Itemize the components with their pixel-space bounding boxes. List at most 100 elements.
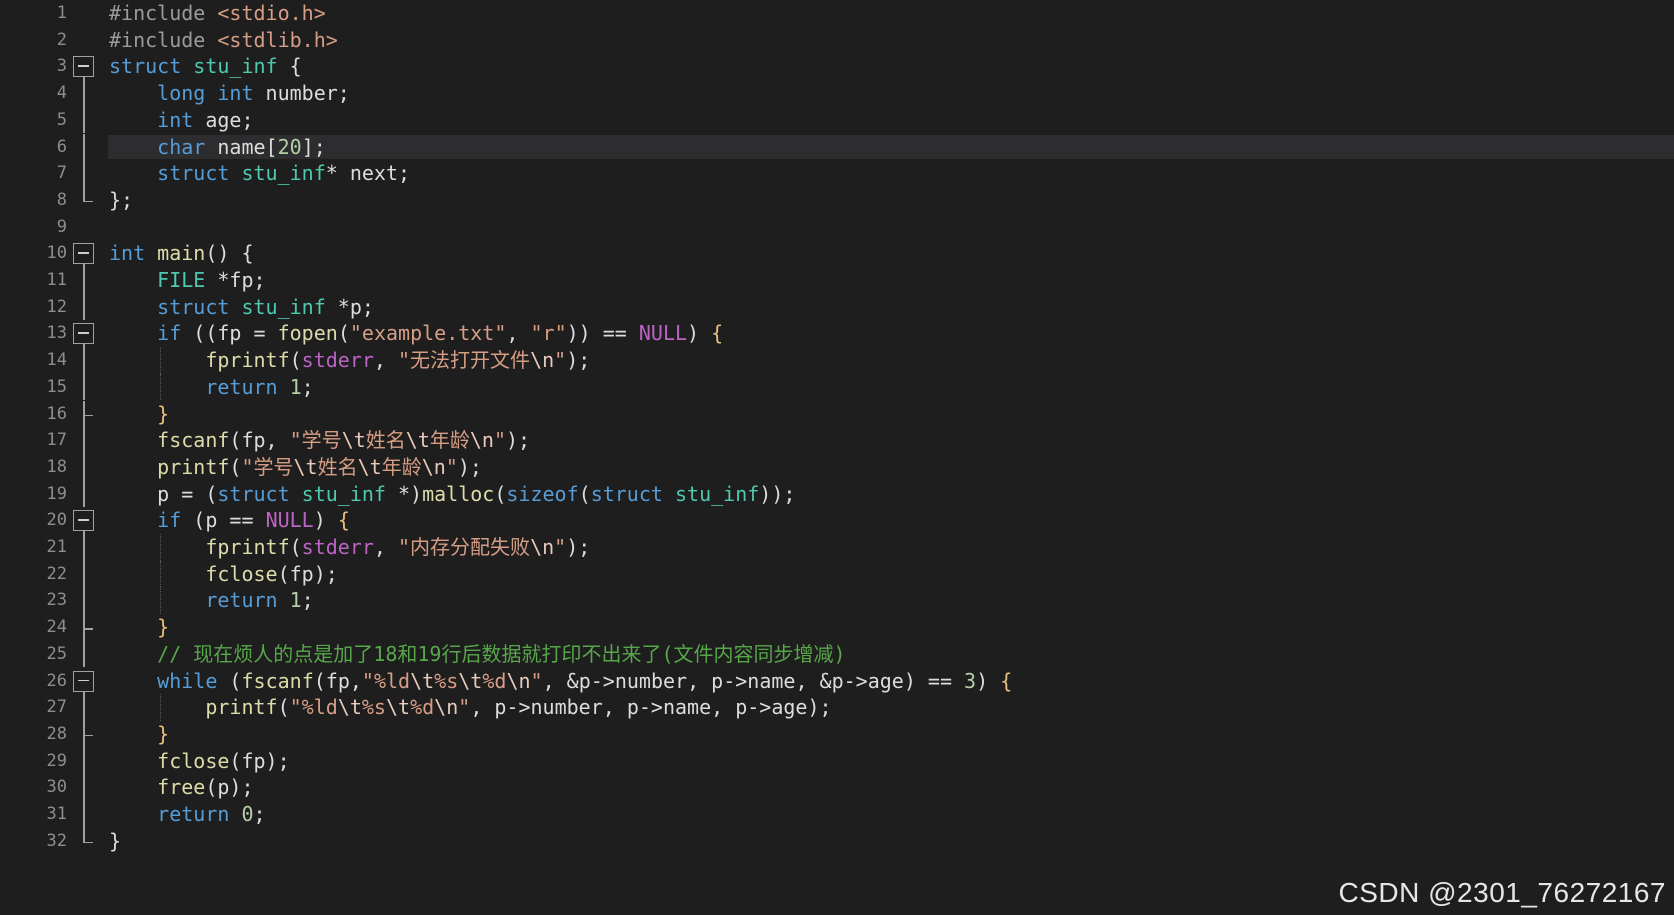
code-text[interactable]: if (p == NULL) { [109, 507, 350, 534]
code-text[interactable]: struct stu_inf* next; [109, 160, 410, 187]
code-token: FILE [157, 268, 206, 292]
code-line[interactable]: 4 long int number; [0, 80, 1674, 107]
code-line[interactable]: 8}; [0, 186, 1674, 214]
code-text[interactable]: // 现在烦人的点是加了18和19行后数据就打印不出来了(文件内容同步增减) [109, 641, 845, 668]
code-text[interactable]: if ((fp = fopen("example.txt", "r")) == … [109, 320, 723, 347]
code-token: ( [289, 348, 302, 373]
code-line[interactable]: 3 struct stu_inf { [0, 53, 1674, 81]
code-line[interactable]: 23 return 1; [0, 587, 1674, 615]
line-number: 5 [56, 109, 67, 130]
fold-collapse-icon[interactable] [72, 320, 96, 348]
fold-guide [72, 534, 96, 561]
code-text[interactable]: } [109, 614, 169, 641]
code-text[interactable]: } [109, 828, 121, 855]
code-text[interactable]: fclose(fp); [109, 561, 338, 588]
fold-guide [72, 480, 96, 508]
code-line[interactable]: 17 fscanf(fp, "学号\t姓名\t年龄\n"); [0, 427, 1674, 454]
code-line[interactable]: 22 fclose(fp); [0, 560, 1674, 588]
code-line[interactable]: 21 fprintf(stderr, "内存分配失败\n"); [0, 534, 1674, 561]
code-token: ); [566, 535, 591, 559]
code-text[interactable]: return 1; [109, 587, 313, 614]
code-text[interactable]: FILE *fp; [109, 267, 265, 294]
code-line[interactable]: 24 } [0, 614, 1674, 641]
code-line[interactable]: 12 struct stu_inf *p; [0, 293, 1674, 321]
code-token: \t [357, 454, 382, 479]
fold-collapse-icon[interactable] [72, 53, 96, 81]
code-text[interactable]: } [109, 401, 169, 428]
fold-guide [72, 347, 96, 374]
code-text[interactable]: return 0; [109, 801, 266, 828]
code-text[interactable]: printf("%ld\t%s\t%d\n", p->number, p->na… [109, 694, 831, 721]
code-text[interactable]: char name[20]; [109, 134, 326, 161]
code-token: return [157, 802, 230, 826]
minus-box-icon[interactable] [73, 323, 94, 345]
code-line[interactable]: 18 printf("学号\t姓名\t年龄\n"); [0, 453, 1674, 481]
code-token: (fp); [277, 561, 338, 586]
code-line[interactable]: 11 FILE *fp; [0, 267, 1674, 294]
code-line[interactable]: 25 // 现在烦人的点是加了18和19行后数据就打印不出来了(文件内容同步增减… [0, 640, 1674, 668]
fold-collapse-icon[interactable] [72, 240, 96, 267]
code-token: " [445, 454, 458, 479]
code-line[interactable]: 27 printf("%ld\t%s\t%d\n", p->number, p-… [0, 694, 1674, 721]
code-line[interactable]: 14 fprintf(stderr, "无法打开文件\n"); [0, 347, 1674, 374]
code-text[interactable]: struct stu_inf { [109, 53, 302, 80]
code-line[interactable]: 7 struct stu_inf* next; [0, 160, 1674, 187]
code-token: struct [109, 54, 182, 79]
code-line[interactable]: 31 return 0; [0, 801, 1674, 828]
code-line[interactable]: 10 int main() { [0, 240, 1674, 267]
code-line[interactable]: 32} [0, 827, 1674, 855]
code-text[interactable]: p = (struct stu_inf *)malloc(sizeof(stru… [109, 481, 795, 508]
minus-box-icon[interactable] [73, 510, 94, 532]
code-text[interactable]: #include <stdio.h> [109, 0, 326, 27]
line-number: 14 [46, 350, 67, 371]
code-line[interactable]: 15 return 1; [0, 373, 1674, 401]
fold-guide [72, 293, 96, 321]
code-text[interactable]: long int number; [109, 80, 350, 107]
fold-guide-line [83, 560, 85, 588]
code-text[interactable]: fscanf(fp, "学号\t姓名\t年龄\n"); [109, 427, 530, 454]
code-text[interactable]: printf("学号\t姓名\t年龄\n"); [109, 454, 482, 481]
code-line[interactable]: 5 int age; [0, 106, 1674, 134]
code-text[interactable]: #include <stdlib.h> [109, 27, 338, 54]
code-line[interactable]: 29 fclose(fp); [0, 747, 1674, 775]
code-text[interactable]: while (fscanf(fp,"%ld\t%s\t%d\n", &p->nu… [109, 668, 1012, 695]
code-text[interactable]: free(p); [109, 774, 253, 801]
fold-guide-line [83, 267, 85, 294]
code-token: , &p->number, [542, 668, 712, 693]
code-text[interactable]: }; [109, 187, 133, 214]
code-line[interactable]: 2 #include <stdlib.h> [0, 27, 1674, 54]
fold-guide-line [83, 587, 85, 615]
code-text[interactable]: fclose(fp); [109, 748, 289, 775]
minus-box-icon[interactable] [73, 243, 94, 265]
minus-box-icon[interactable] [73, 670, 94, 692]
code-line[interactable]: 19 p = (struct stu_inf *)malloc(sizeof(s… [0, 480, 1674, 508]
code-line[interactable]: 28 } [0, 720, 1674, 748]
code-token: stu_inf [301, 481, 386, 506]
code-line[interactable]: 1 #include <stdio.h> [0, 0, 1674, 27]
code-text[interactable]: fprintf(stderr, "内存分配失败\n"); [109, 534, 590, 561]
code-line[interactable]: 13 if ((fp = fopen("example.txt", "r")) … [0, 320, 1674, 348]
code-text[interactable]: fprintf(stderr, "无法打开文件\n"); [109, 347, 590, 374]
code-line[interactable]: 16 } [0, 400, 1674, 428]
code-line[interactable]: 26 while (fscanf(fp,"%ld\t%s\t%d\n", &p-… [0, 668, 1674, 695]
minus-box-icon[interactable] [73, 56, 94, 78]
code-token: " [458, 695, 471, 720]
code-text[interactable]: return 1; [109, 374, 313, 401]
code-editor[interactable]: 1 #include <stdio.h> 2 #include <stdlib.h> 3… [0, 0, 1674, 915]
code-line[interactable]: 30 free(p); [0, 774, 1674, 801]
fold-collapse-icon[interactable] [72, 668, 96, 695]
code-line[interactable]: 20 if (p == NULL) { [0, 507, 1674, 534]
code-token: ; [253, 802, 266, 826]
code-text[interactable]: int main() { [109, 240, 254, 267]
code-line[interactable]: 6 char name[20]; [0, 133, 1674, 161]
code-text[interactable]: } [109, 721, 169, 748]
code-text[interactable]: int age; [109, 107, 253, 134]
code-line[interactable]: 9 [0, 214, 1674, 241]
code-text[interactable]: struct stu_inf *p; [109, 294, 374, 321]
fold-collapse-icon[interactable] [72, 507, 96, 534]
fold-guide [72, 640, 96, 668]
code-token: \t [341, 428, 366, 453]
